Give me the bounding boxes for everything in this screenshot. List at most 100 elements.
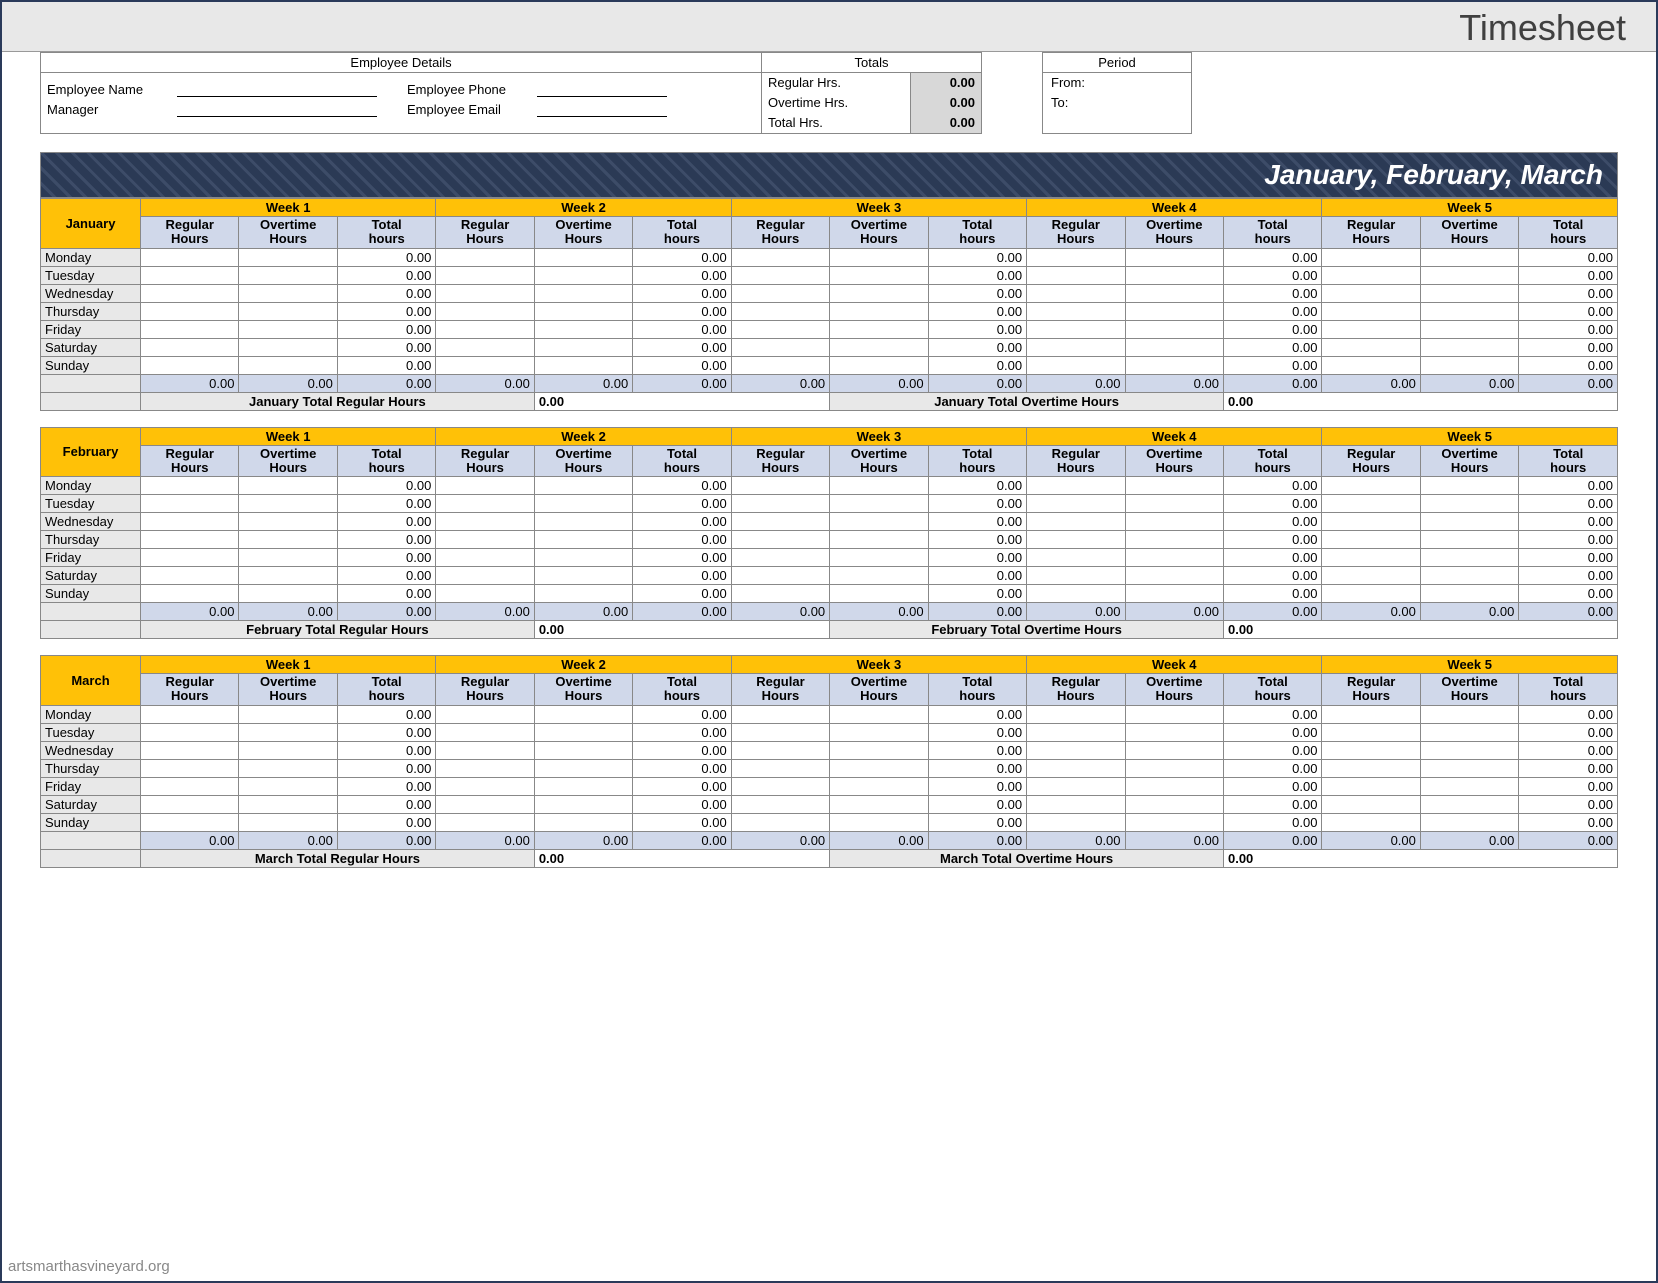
cell-regular-input[interactable] [141, 741, 239, 759]
cell-regular-input[interactable] [436, 356, 534, 374]
cell-regular-input[interactable] [1027, 513, 1125, 531]
cell-regular-input[interactable] [1027, 723, 1125, 741]
cell-regular-input[interactable] [731, 477, 829, 495]
cell-overtime-input[interactable] [1420, 705, 1518, 723]
cell-overtime-input[interactable] [239, 513, 337, 531]
cell-overtime-input[interactable] [534, 266, 632, 284]
cell-overtime-input[interactable] [1420, 248, 1518, 266]
cell-overtime-input[interactable] [534, 356, 632, 374]
cell-overtime-input[interactable] [1125, 248, 1223, 266]
cell-regular-input[interactable] [731, 248, 829, 266]
cell-overtime-input[interactable] [1125, 495, 1223, 513]
cell-overtime-input[interactable] [1420, 266, 1518, 284]
cell-overtime-input[interactable] [534, 248, 632, 266]
cell-overtime-input[interactable] [1420, 284, 1518, 302]
cell-regular-input[interactable] [1027, 266, 1125, 284]
cell-regular-input[interactable] [731, 741, 829, 759]
cell-regular-input[interactable] [141, 567, 239, 585]
cell-overtime-input[interactable] [534, 705, 632, 723]
cell-regular-input[interactable] [436, 741, 534, 759]
cell-regular-input[interactable] [731, 723, 829, 741]
cell-overtime-input[interactable] [239, 356, 337, 374]
cell-overtime-input[interactable] [830, 513, 928, 531]
cell-overtime-input[interactable] [239, 338, 337, 356]
cell-overtime-input[interactable] [830, 567, 928, 585]
cell-overtime-input[interactable] [1420, 495, 1518, 513]
cell-overtime-input[interactable] [1420, 320, 1518, 338]
cell-regular-input[interactable] [141, 795, 239, 813]
cell-overtime-input[interactable] [239, 777, 337, 795]
cell-regular-input[interactable] [436, 723, 534, 741]
cell-overtime-input[interactable] [534, 585, 632, 603]
cell-regular-input[interactable] [436, 495, 534, 513]
cell-overtime-input[interactable] [1125, 723, 1223, 741]
cell-overtime-input[interactable] [1420, 549, 1518, 567]
cell-overtime-input[interactable] [534, 284, 632, 302]
cell-regular-input[interactable] [1322, 759, 1420, 777]
cell-regular-input[interactable] [731, 813, 829, 831]
cell-overtime-input[interactable] [830, 248, 928, 266]
cell-regular-input[interactable] [731, 567, 829, 585]
cell-overtime-input[interactable] [830, 284, 928, 302]
cell-overtime-input[interactable] [1420, 741, 1518, 759]
cell-overtime-input[interactable] [534, 741, 632, 759]
cell-overtime-input[interactable] [1420, 531, 1518, 549]
cell-overtime-input[interactable] [1420, 759, 1518, 777]
cell-regular-input[interactable] [436, 266, 534, 284]
cell-regular-input[interactable] [141, 777, 239, 795]
cell-overtime-input[interactable] [239, 248, 337, 266]
cell-regular-input[interactable] [436, 284, 534, 302]
cell-regular-input[interactable] [1322, 513, 1420, 531]
cell-overtime-input[interactable] [1125, 813, 1223, 831]
manager-input[interactable] [177, 101, 377, 117]
cell-regular-input[interactable] [1322, 741, 1420, 759]
cell-overtime-input[interactable] [1420, 513, 1518, 531]
cell-regular-input[interactable] [141, 266, 239, 284]
cell-regular-input[interactable] [1027, 302, 1125, 320]
cell-overtime-input[interactable] [1125, 567, 1223, 585]
cell-overtime-input[interactable] [1125, 284, 1223, 302]
cell-regular-input[interactable] [731, 513, 829, 531]
cell-regular-input[interactable] [1322, 495, 1420, 513]
cell-regular-input[interactable] [1027, 356, 1125, 374]
cell-overtime-input[interactable] [830, 266, 928, 284]
cell-regular-input[interactable] [1027, 549, 1125, 567]
cell-regular-input[interactable] [436, 795, 534, 813]
cell-overtime-input[interactable] [830, 795, 928, 813]
cell-regular-input[interactable] [1027, 495, 1125, 513]
cell-regular-input[interactable] [436, 248, 534, 266]
cell-regular-input[interactable] [141, 549, 239, 567]
cell-overtime-input[interactable] [239, 320, 337, 338]
cell-overtime-input[interactable] [239, 266, 337, 284]
cell-regular-input[interactable] [731, 777, 829, 795]
cell-overtime-input[interactable] [830, 585, 928, 603]
cell-regular-input[interactable] [141, 356, 239, 374]
cell-regular-input[interactable] [1027, 741, 1125, 759]
cell-overtime-input[interactable] [239, 302, 337, 320]
cell-regular-input[interactable] [731, 549, 829, 567]
cell-regular-input[interactable] [141, 813, 239, 831]
cell-overtime-input[interactable] [239, 813, 337, 831]
cell-regular-input[interactable] [731, 495, 829, 513]
cell-regular-input[interactable] [1027, 759, 1125, 777]
cell-overtime-input[interactable] [534, 813, 632, 831]
cell-regular-input[interactable] [141, 513, 239, 531]
cell-regular-input[interactable] [1027, 795, 1125, 813]
cell-regular-input[interactable] [141, 705, 239, 723]
cell-regular-input[interactable] [1322, 284, 1420, 302]
cell-overtime-input[interactable] [239, 477, 337, 495]
cell-regular-input[interactable] [1322, 585, 1420, 603]
cell-regular-input[interactable] [731, 531, 829, 549]
cell-regular-input[interactable] [436, 777, 534, 795]
cell-regular-input[interactable] [436, 813, 534, 831]
cell-regular-input[interactable] [436, 549, 534, 567]
cell-regular-input[interactable] [436, 759, 534, 777]
employee-name-input[interactable] [177, 81, 377, 97]
cell-overtime-input[interactable] [830, 705, 928, 723]
cell-overtime-input[interactable] [1420, 477, 1518, 495]
cell-regular-input[interactable] [731, 705, 829, 723]
cell-regular-input[interactable] [1322, 723, 1420, 741]
cell-regular-input[interactable] [141, 338, 239, 356]
cell-overtime-input[interactable] [534, 495, 632, 513]
cell-overtime-input[interactable] [1125, 549, 1223, 567]
